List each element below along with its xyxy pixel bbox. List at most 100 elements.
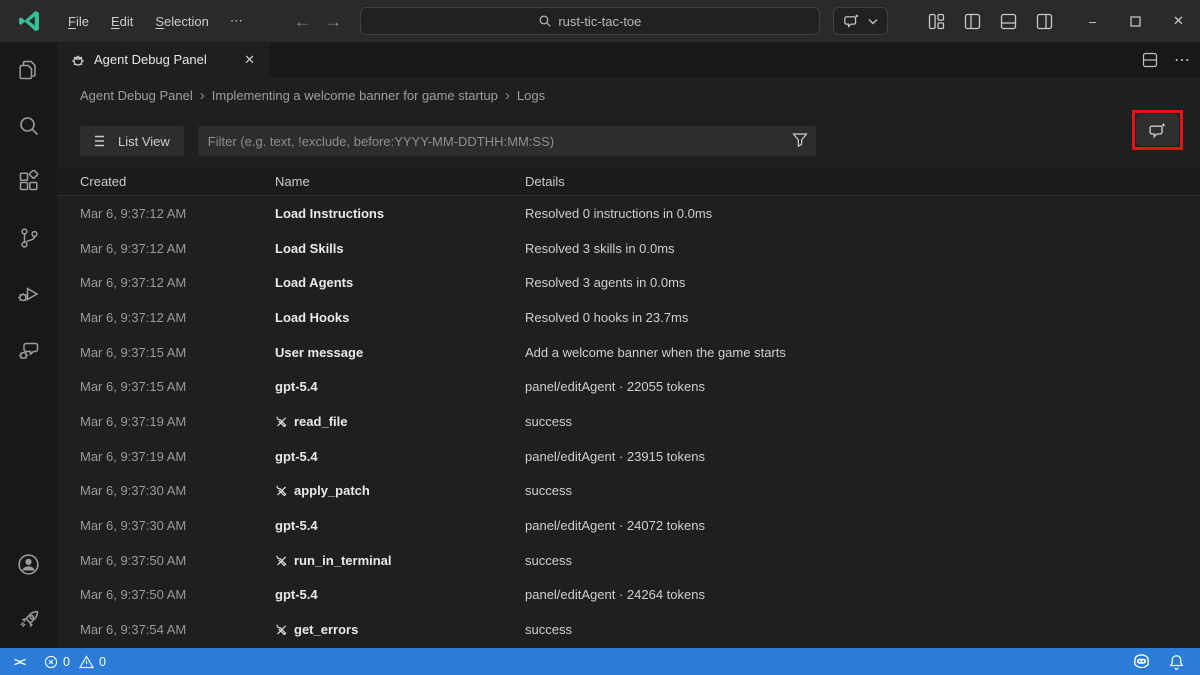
menu-file[interactable]: File: [57, 10, 100, 33]
row-created: Mar 6, 9:37:15 AM: [80, 344, 187, 360]
command-center-search[interactable]: rust-tic-tac-toe: [359, 7, 820, 35]
row-name: Load Instructions: [275, 205, 385, 221]
list-icon: [94, 135, 109, 147]
table-row[interactable]: Mar 6, 9:37:12 AM Load Skills Resolved 3…: [57, 231, 1200, 266]
row-details: Resolved 3 skills in 0.0ms: [525, 240, 675, 256]
tab-bar: Agent Debug Panel ✕ ⋯: [57, 42, 1200, 77]
row-name: gpt-5.4: [275, 379, 318, 395]
row-created: Mar 6, 9:37:15 AM: [80, 379, 187, 395]
activity-bar: [0, 42, 57, 648]
column-header-name: Name: [275, 174, 310, 189]
row-created: Mar 6, 9:37:12 AM: [80, 240, 187, 256]
tools-icon: [275, 554, 288, 567]
editor-area: Agent Debug Panel ✕ ⋯ Agent Debug Panel …: [57, 42, 1200, 648]
row-name: User message: [275, 344, 364, 360]
toggle-panel-icon[interactable]: [995, 8, 1021, 34]
filter-funnel-icon[interactable]: [792, 132, 808, 148]
remote-indicator[interactable]: ><: [0, 655, 36, 669]
row-created: Mar 6, 9:37:54 AM: [80, 622, 187, 638]
new-chat-button[interactable]: [1136, 114, 1179, 146]
row-details: Resolved 0 instructions in 0.0ms: [525, 205, 713, 221]
toggle-sidebar-left-icon[interactable]: [959, 8, 985, 34]
table-row[interactable]: Mar 6, 9:37:50 AM gpt-5.4 panel/editAgen…: [57, 578, 1200, 613]
vscode-logo-icon: [0, 10, 57, 32]
table-row[interactable]: Mar 6, 9:37:12 AM Load Agents Resolved 3…: [57, 265, 1200, 300]
table-row[interactable]: Mar 6, 9:37:30 AM apply_patch success: [57, 474, 1200, 509]
table-row[interactable]: Mar 6, 9:37:19 AM read_file success: [57, 404, 1200, 439]
tab-agent-debug-panel[interactable]: Agent Debug Panel ✕: [57, 42, 269, 77]
list-view-label: List View: [118, 133, 170, 149]
chat-sparkle-icon: [843, 13, 860, 30]
breadcrumb: Agent Debug Panel › Implementing a welco…: [57, 77, 1200, 114]
chevron-right-icon: ›: [504, 87, 510, 104]
run-debug-icon[interactable]: [0, 266, 57, 322]
filter-input[interactable]: [197, 126, 816, 156]
tab-close-icon[interactable]: ✕: [240, 51, 259, 69]
row-name: gpt-5.4: [275, 518, 318, 534]
minimize-button[interactable]: –: [1071, 0, 1114, 42]
row-details: Add a welcome banner when the game start…: [525, 344, 786, 360]
table-row[interactable]: Mar 6, 9:37:19 AM gpt-5.4 panel/editAgen…: [57, 439, 1200, 474]
forward-arrow-icon[interactable]: →: [325, 13, 342, 30]
breadcrumb-item[interactable]: Implementing a welcome banner for game s…: [212, 88, 498, 103]
table-row[interactable]: Mar 6, 9:37:15 AM User message Add a wel…: [57, 335, 1200, 370]
source-control-icon[interactable]: [0, 210, 57, 266]
account-icon[interactable]: [0, 536, 57, 592]
toggle-sidebar-right-icon[interactable]: [1031, 8, 1057, 34]
status-bar: >< 0 0: [0, 648, 1200, 675]
tools-icon: [275, 484, 288, 497]
row-details: panel/editAgent · 24264 tokens: [525, 587, 705, 603]
problems-indicator[interactable]: 0 0: [36, 655, 114, 669]
chevron-right-icon: ›: [199, 87, 205, 104]
tools-icon: [275, 623, 288, 636]
explorer-icon[interactable]: [0, 42, 57, 98]
row-name: Load Hooks: [275, 309, 350, 325]
more-actions-icon[interactable]: ⋯: [1174, 50, 1190, 70]
list-view-button[interactable]: List View: [80, 126, 184, 156]
back-arrow-icon[interactable]: ←: [294, 13, 311, 30]
row-created: Mar 6, 9:37:30 AM: [80, 518, 187, 534]
log-toolbar: List View: [57, 110, 1200, 168]
vscode-window: File Edit Selection ⋯ ← → rust-tic-tac-t…: [0, 0, 1200, 675]
row-created: Mar 6, 9:37:12 AM: [80, 309, 187, 325]
row-name: Load Skills: [275, 240, 344, 256]
breadcrumb-item[interactable]: Agent Debug Panel: [80, 88, 193, 103]
row-name: gpt-5.4: [275, 587, 318, 603]
row-details: success: [525, 483, 572, 499]
row-details: Resolved 0 hooks in 23.7ms: [525, 309, 689, 325]
copilot-chat-button[interactable]: [832, 7, 888, 35]
rocket-icon[interactable]: [0, 592, 57, 648]
copilot-status-icon[interactable]: [1132, 654, 1151, 669]
close-window-button[interactable]: ✕: [1157, 0, 1200, 42]
table-row[interactable]: Mar 6, 9:37:50 AM run_in_terminal succes…: [57, 543, 1200, 578]
row-name: get_errors: [275, 622, 525, 637]
table-row[interactable]: Mar 6, 9:37:12 AM Load Instructions Reso…: [57, 196, 1200, 231]
bug-icon: [70, 52, 86, 68]
row-name: read_file: [275, 414, 525, 429]
split-editor-icon[interactable]: [1142, 52, 1158, 68]
row-name: apply_patch: [275, 483, 525, 498]
agent-debug-panel-icon[interactable]: [0, 322, 57, 378]
row-name: run_in_terminal: [275, 553, 525, 568]
maximize-button[interactable]: [1114, 0, 1157, 42]
annotation-highlight-box: [1132, 110, 1183, 150]
table-row[interactable]: Mar 6, 9:37:12 AM Load Hooks Resolved 0 …: [57, 300, 1200, 335]
table-row[interactable]: Mar 6, 9:37:54 AM get_errors success: [57, 612, 1200, 647]
menu-selection[interactable]: Selection: [144, 10, 219, 33]
tools-icon: [275, 415, 288, 428]
row-created: Mar 6, 9:37:12 AM: [80, 205, 187, 221]
table-row[interactable]: Mar 6, 9:37:30 AM gpt-5.4 panel/editAgen…: [57, 508, 1200, 543]
menu-overflow-button[interactable]: ⋯: [220, 9, 254, 33]
row-created: Mar 6, 9:37:19 AM: [80, 448, 187, 464]
extensions-icon[interactable]: [0, 154, 57, 210]
breadcrumb-item[interactable]: Logs: [517, 88, 545, 103]
row-details: panel/editAgent · 22055 tokens: [525, 379, 705, 395]
table-row[interactable]: Mar 6, 9:37:15 AM gpt-5.4 panel/editAgen…: [57, 369, 1200, 404]
row-created: Mar 6, 9:37:50 AM: [80, 552, 187, 568]
error-count: 0: [63, 654, 70, 669]
row-details: success: [525, 413, 572, 429]
search-sidebar-icon[interactable]: [0, 98, 57, 154]
menu-edit[interactable]: Edit: [100, 10, 144, 33]
bell-icon[interactable]: [1169, 654, 1184, 670]
customize-layout-icon[interactable]: [923, 8, 949, 34]
